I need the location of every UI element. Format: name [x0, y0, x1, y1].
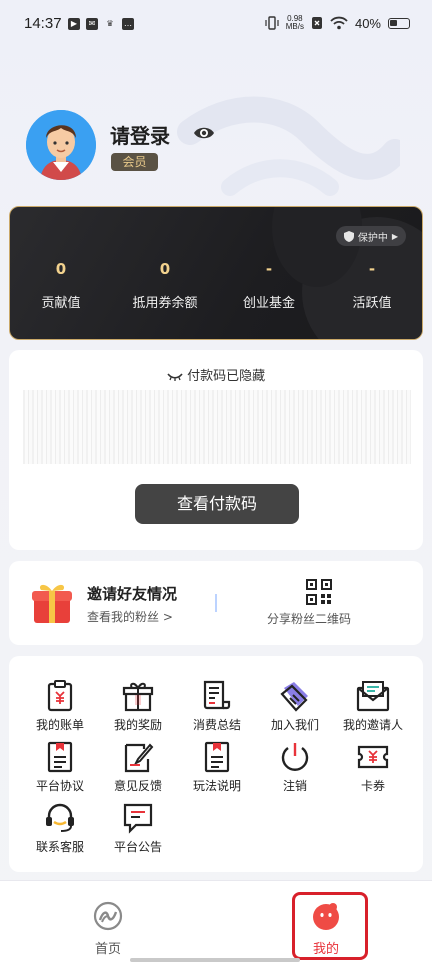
- stat-value: 0: [159, 260, 171, 278]
- battery-percent: 40%: [354, 15, 381, 31]
- menu-label: 平台公告: [113, 840, 162, 854]
- status-bar: 14:37 ▶ ✉ ♛ … 0.98 MB/s 40%: [0, 0, 432, 50]
- status-right: 0.98 MB/s 40%: [265, 15, 410, 31]
- menu-item-instructions[interactable]: 玩法说明: [177, 741, 257, 794]
- stat-value: -: [265, 260, 273, 278]
- network-speed: 0.98 MB/s: [286, 15, 304, 31]
- headset-icon: [46, 803, 74, 832]
- app-chat-icon: …: [122, 18, 134, 30]
- invite-card: 邀请好友情况 查看我的粉丝 > 分享粉丝二维码: [9, 561, 423, 645]
- menu-item-my-inviter[interactable]: 我的邀请人: [333, 680, 413, 733]
- menu-label: 消费总结: [192, 718, 241, 732]
- pay-code-card: 付款码已隐藏 查看付款码: [9, 350, 423, 550]
- menu-label: 注销: [282, 779, 307, 793]
- status-time: 14:37: [24, 15, 62, 32]
- avatar[interactable]: [26, 110, 96, 180]
- menu-label: 我的账单: [35, 718, 84, 732]
- menu-label: 联系客服: [35, 840, 84, 854]
- chevron-right-icon: ▶: [391, 231, 398, 241]
- app-crown-icon: ♛: [106, 19, 114, 28]
- hidden-barcode: [23, 390, 411, 464]
- qr-code-icon[interactable]: [306, 579, 332, 605]
- divider: [215, 594, 217, 612]
- menu-item-announcements[interactable]: 平台公告: [98, 802, 178, 855]
- menu-label: 我的奖励: [113, 718, 162, 732]
- menu-item-cancel-account[interactable]: 注销: [255, 741, 335, 794]
- announcement-icon: [123, 803, 153, 834]
- share-qr-label[interactable]: 分享粉丝二维码: [267, 610, 351, 627]
- sim-x-icon: [311, 17, 322, 29]
- menu-label: 意见反馈: [113, 779, 162, 793]
- avatar-illustration: [26, 110, 96, 180]
- stat-label: 贡献值: [41, 296, 81, 311]
- background-logo-decoration: [177, 96, 400, 196]
- agreement-icon: [47, 741, 73, 773]
- view-fans-link[interactable]: 查看我的粉丝 >: [87, 608, 173, 625]
- wifi-icon: [330, 16, 348, 30]
- shield-icon: [343, 230, 354, 242]
- stat-contribution[interactable]: 0 贡献值: [9, 260, 113, 311]
- power-icon: [281, 743, 309, 771]
- stat-label: 抵用券余额: [132, 296, 198, 311]
- home-indicator[interactable]: [130, 958, 300, 962]
- menu-item-customer-service[interactable]: 联系客服: [20, 802, 100, 855]
- menu-label: 平台协议: [35, 779, 84, 793]
- menu-label: 卡券: [360, 779, 385, 793]
- app-play-icon: ▶: [68, 18, 80, 30]
- stat-voucher-balance[interactable]: 0 抵用券余额: [113, 260, 217, 311]
- member-badge: 会员: [111, 153, 158, 171]
- menu-item-platform-agreement[interactable]: 平台协议: [20, 741, 100, 794]
- bill-icon: [47, 680, 73, 712]
- vibrate-icon: [265, 16, 279, 30]
- status-app-icons: ▶ ✉ ♛ …: [68, 18, 134, 30]
- protect-label: 保护中: [357, 232, 388, 244]
- login-prompt[interactable]: 请登录: [110, 120, 170, 149]
- battery-icon: [388, 17, 410, 29]
- pay-code-hidden-text: 付款码已隐藏: [187, 369, 266, 384]
- gift-icon: [32, 584, 72, 623]
- invite-title: 邀请好友情况: [87, 585, 178, 603]
- app-mail-icon: ✉: [86, 18, 98, 30]
- view-pay-code-button[interactable]: 查看付款码: [135, 484, 299, 524]
- menu-item-coupons[interactable]: 卡券: [333, 741, 413, 794]
- stat-startup-fund[interactable]: - 创业基金: [217, 260, 321, 311]
- home-logo-icon: [93, 901, 123, 931]
- protect-badge[interactable]: 保护中 ▶: [335, 226, 406, 246]
- menu-item-spending-summary[interactable]: 消费总结: [177, 680, 257, 733]
- eye-icon[interactable]: [193, 124, 215, 142]
- receipt-icon: [203, 680, 231, 710]
- gift-box-icon: [122, 682, 154, 712]
- menu-label: 我的邀请人: [342, 718, 403, 732]
- mail-icon: [356, 681, 390, 712]
- menu-label: 加入我们: [270, 718, 319, 732]
- coupon-icon: [357, 745, 389, 769]
- stat-label: 创业基金: [242, 296, 295, 311]
- instructions-icon: [204, 741, 230, 773]
- menu-item-feedback[interactable]: 意见反馈: [98, 741, 178, 794]
- stat-value: -: [368, 260, 376, 278]
- nav-home[interactable]: 首页: [88, 901, 128, 957]
- nav-home-label: 首页: [94, 942, 121, 957]
- pay-code-title: 付款码已隐藏: [9, 365, 423, 384]
- menu-label: 玩法说明: [192, 779, 241, 793]
- handshake-icon: [280, 682, 308, 712]
- menu-item-bills[interactable]: 我的账单: [20, 680, 100, 733]
- stat-activity[interactable]: - 活跃值: [320, 260, 424, 311]
- highlight-box: [292, 892, 368, 960]
- stat-value: 0: [55, 260, 67, 278]
- eye-closed-icon: [167, 372, 183, 381]
- speed-unit: MB/s: [285, 22, 304, 31]
- menu-item-join-us[interactable]: 加入我们: [255, 680, 335, 733]
- stat-label: 活跃值: [352, 296, 392, 311]
- feedback-icon: [124, 743, 154, 773]
- menu-item-rewards[interactable]: 我的奖励: [98, 680, 178, 733]
